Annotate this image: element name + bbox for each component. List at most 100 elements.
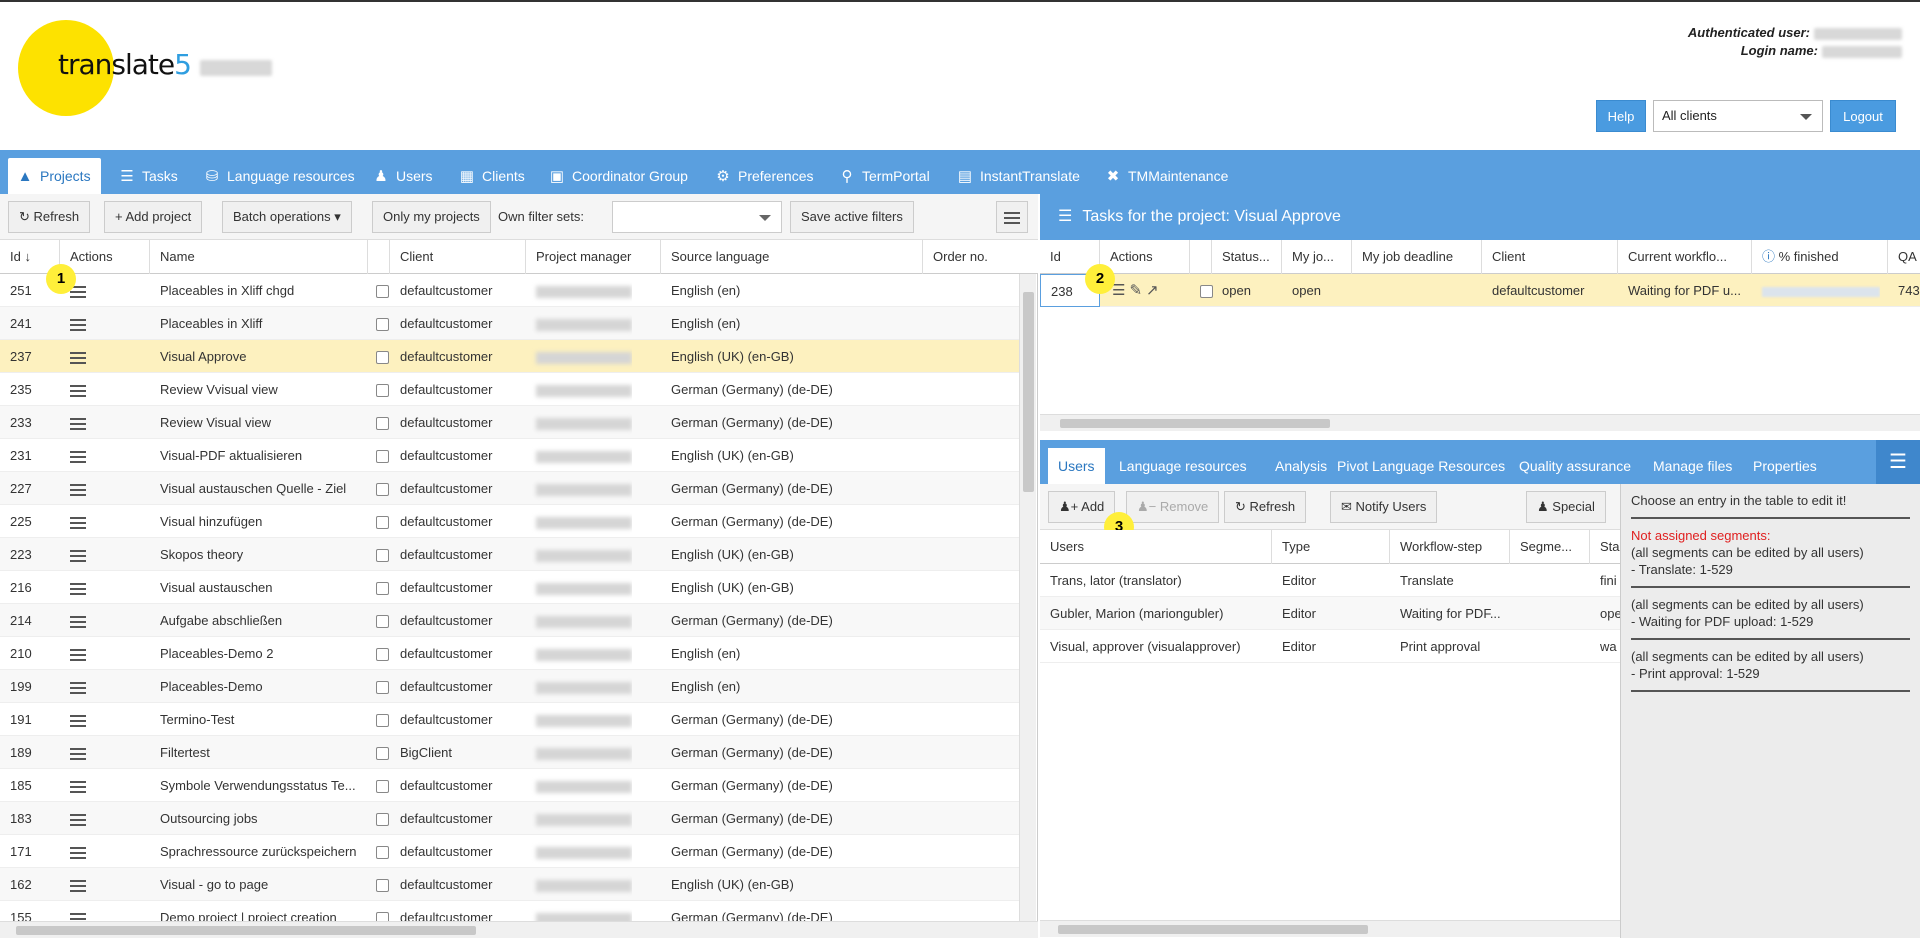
checkbox[interactable] <box>376 549 389 563</box>
table-row[interactable]: Visual, approver (visualapprover) Editor P… <box>1040 630 1620 663</box>
checkbox[interactable] <box>376 582 389 596</box>
col-type[interactable]: Type <box>1272 530 1390 564</box>
tab-pivot-language-resources[interactable]: Pivot Language Resources <box>1327 448 1515 484</box>
cell-actions[interactable] <box>60 307 86 340</box>
table-row[interactable]: 231 Visual-PDF aktualisieren defaultcustom… <box>0 439 1019 472</box>
cell-checkbox[interactable] <box>366 703 389 736</box>
checkbox[interactable] <box>376 813 389 827</box>
batch-operations-button[interactable]: Batch operations ▾ <box>222 201 352 233</box>
add-project-button[interactable]: + Add project <box>104 201 203 233</box>
col-actions[interactable]: Actions <box>1100 240 1190 274</box>
projects-vertical-scrollbar[interactable] <box>1019 274 1036 921</box>
checkbox[interactable] <box>376 714 389 728</box>
cell-checkbox[interactable] <box>366 472 389 505</box>
save-active-filters-button[interactable]: Save active filters <box>790 201 914 233</box>
cell-actions[interactable] <box>60 670 86 703</box>
col-checkbox[interactable] <box>1190 240 1212 274</box>
tab-projects[interactable]: ▲ Projects <box>8 158 101 194</box>
cell-checkbox[interactable] <box>366 406 389 439</box>
cell-actions[interactable] <box>60 736 86 769</box>
tasks-horizontal-scrollbar[interactable] <box>1040 414 1920 431</box>
checkbox[interactable] <box>376 285 389 299</box>
cell-actions[interactable] <box>60 505 86 538</box>
table-row[interactable]: 183 Outsourcing jobs defaultcustomer German… <box>0 802 1019 835</box>
tab-coordinator-group[interactable]: ▣ Coordinator Group <box>540 158 698 194</box>
logout-button[interactable]: Logout <box>1830 100 1896 132</box>
table-row[interactable]: 251 Placeables in Xliff chgd defaultcustom… <box>0 274 1019 307</box>
table-row[interactable]: 199 Placeables-Demo defaultcustomer English… <box>0 670 1019 703</box>
cell-checkbox[interactable] <box>366 373 389 406</box>
cell-checkbox[interactable] <box>366 769 389 802</box>
col-current-workflow[interactable]: Current workflo... <box>1618 240 1752 274</box>
checkbox[interactable] <box>376 846 389 860</box>
col-project-manager[interactable]: Project manager <box>526 240 661 274</box>
scroll-thumb[interactable] <box>1023 292 1034 492</box>
cell-actions[interactable] <box>60 340 86 373</box>
checkbox[interactable] <box>376 450 389 464</box>
special-button[interactable]: ♟ Special <box>1526 491 1606 523</box>
cell-actions[interactable] <box>60 703 86 736</box>
cell-checkbox[interactable] <box>366 274 389 307</box>
cell-actions[interactable] <box>60 406 86 439</box>
scroll-thumb[interactable] <box>16 926 476 935</box>
checkbox[interactable] <box>376 417 389 431</box>
cell-actions[interactable] <box>60 769 86 802</box>
col-client[interactable]: Client <box>1482 240 1618 274</box>
table-row[interactable]: 214 Aufgabe abschließen defaultcustomer Ger… <box>0 604 1019 637</box>
table-row[interactable]: 191 Termino-Test defaultcustomer German (Ge… <box>0 703 1019 736</box>
tab-preferences[interactable]: ⚙ Preferences <box>706 158 823 194</box>
table-row[interactable]: 235 Review Vvisual view defaultcustomer Ger… <box>0 373 1019 406</box>
table-row[interactable]: 233 Review Visual view defaultcustomer Germ… <box>0 406 1019 439</box>
col-client[interactable]: Client <box>390 240 526 274</box>
tab-tmmaintenance[interactable]: ✖ TMMaintenance <box>1096 158 1238 194</box>
cell-actions[interactable] <box>60 538 86 571</box>
cell-actions[interactable] <box>60 373 86 406</box>
cell-actions[interactable] <box>60 802 86 835</box>
col-qa[interactable]: QA <box>1888 240 1920 274</box>
cell-checkbox[interactable] <box>366 736 389 769</box>
tab-tasks[interactable]: ☰ Tasks <box>110 158 188 194</box>
col-my-job[interactable]: My jo... <box>1282 240 1352 274</box>
cell-checkbox[interactable] <box>366 868 389 901</box>
cell-checkbox[interactable] <box>366 802 389 835</box>
table-row[interactable]: Gubler, Marion (mariongubler) Editor Waiti… <box>1040 597 1620 630</box>
tab-termportal[interactable]: ⚲ TermPortal <box>830 158 940 194</box>
col-actions[interactable]: Actions <box>60 240 150 274</box>
cell-actions[interactable] <box>60 571 86 604</box>
cell-checkbox[interactable] <box>366 538 389 571</box>
table-row[interactable]: 216 Visual austauschen defaultcustomer Engl… <box>0 571 1019 604</box>
checkbox[interactable] <box>376 615 389 629</box>
tab-language-resources[interactable]: Language resources <box>1109 448 1257 484</box>
table-row[interactable]: 241 Placeables in Xliff defaultcustomer Eng… <box>0 307 1019 340</box>
checkbox[interactable] <box>376 912 389 921</box>
checkbox[interactable] <box>376 483 389 497</box>
table-row[interactable]: 225 Visual hinzufügen defaultcustomer Germa… <box>0 505 1019 538</box>
notify-users-button[interactable]: ✉ Notify Users <box>1330 491 1438 523</box>
client-select[interactable]: All clients <box>1653 100 1823 132</box>
checkbox[interactable] <box>376 879 389 893</box>
tab-properties[interactable]: Properties <box>1743 448 1827 484</box>
cell-checkbox[interactable] <box>366 637 389 670</box>
refresh-button[interactable]: ↻ Refresh <box>8 201 91 233</box>
table-row[interactable]: 227 Visual austauschen Quelle - Ziel defau… <box>0 472 1019 505</box>
checkbox[interactable] <box>376 384 389 398</box>
tab-instanttranslate[interactable]: ▤ InstantTranslate <box>948 158 1090 194</box>
col-name[interactable]: Name <box>150 240 368 274</box>
tab-users[interactable]: Users <box>1048 448 1105 484</box>
col-order-no[interactable]: Order no. <box>923 240 1038 274</box>
table-row[interactable]: 223 Skopos theory defaultcustomer English (… <box>0 538 1019 571</box>
tab-users[interactable]: ♟ Users <box>364 158 443 194</box>
cell-actions[interactable] <box>60 637 86 670</box>
cell-checkbox[interactable] <box>366 505 389 538</box>
col-segments[interactable]: Segme... <box>1510 530 1590 564</box>
users-horizontal-scrollbar[interactable] <box>1040 920 1620 937</box>
col-source-language[interactable]: Source language <box>661 240 923 274</box>
cell-checkbox[interactable] <box>1190 274 1213 307</box>
checkbox[interactable] <box>376 648 389 662</box>
edit-icon[interactable]: ✎ <box>1129 274 1142 307</box>
tab-manage-files[interactable]: Manage files <box>1643 448 1742 484</box>
table-row[interactable]: 210 Placeables-Demo 2 defaultcustomer Engli… <box>0 637 1019 670</box>
table-row[interactable]: 171 Sprachressource zurückspeichern defaul… <box>0 835 1019 868</box>
col-workflow-step[interactable]: Workflow-step <box>1390 530 1510 564</box>
cell-actions[interactable] <box>60 439 86 472</box>
